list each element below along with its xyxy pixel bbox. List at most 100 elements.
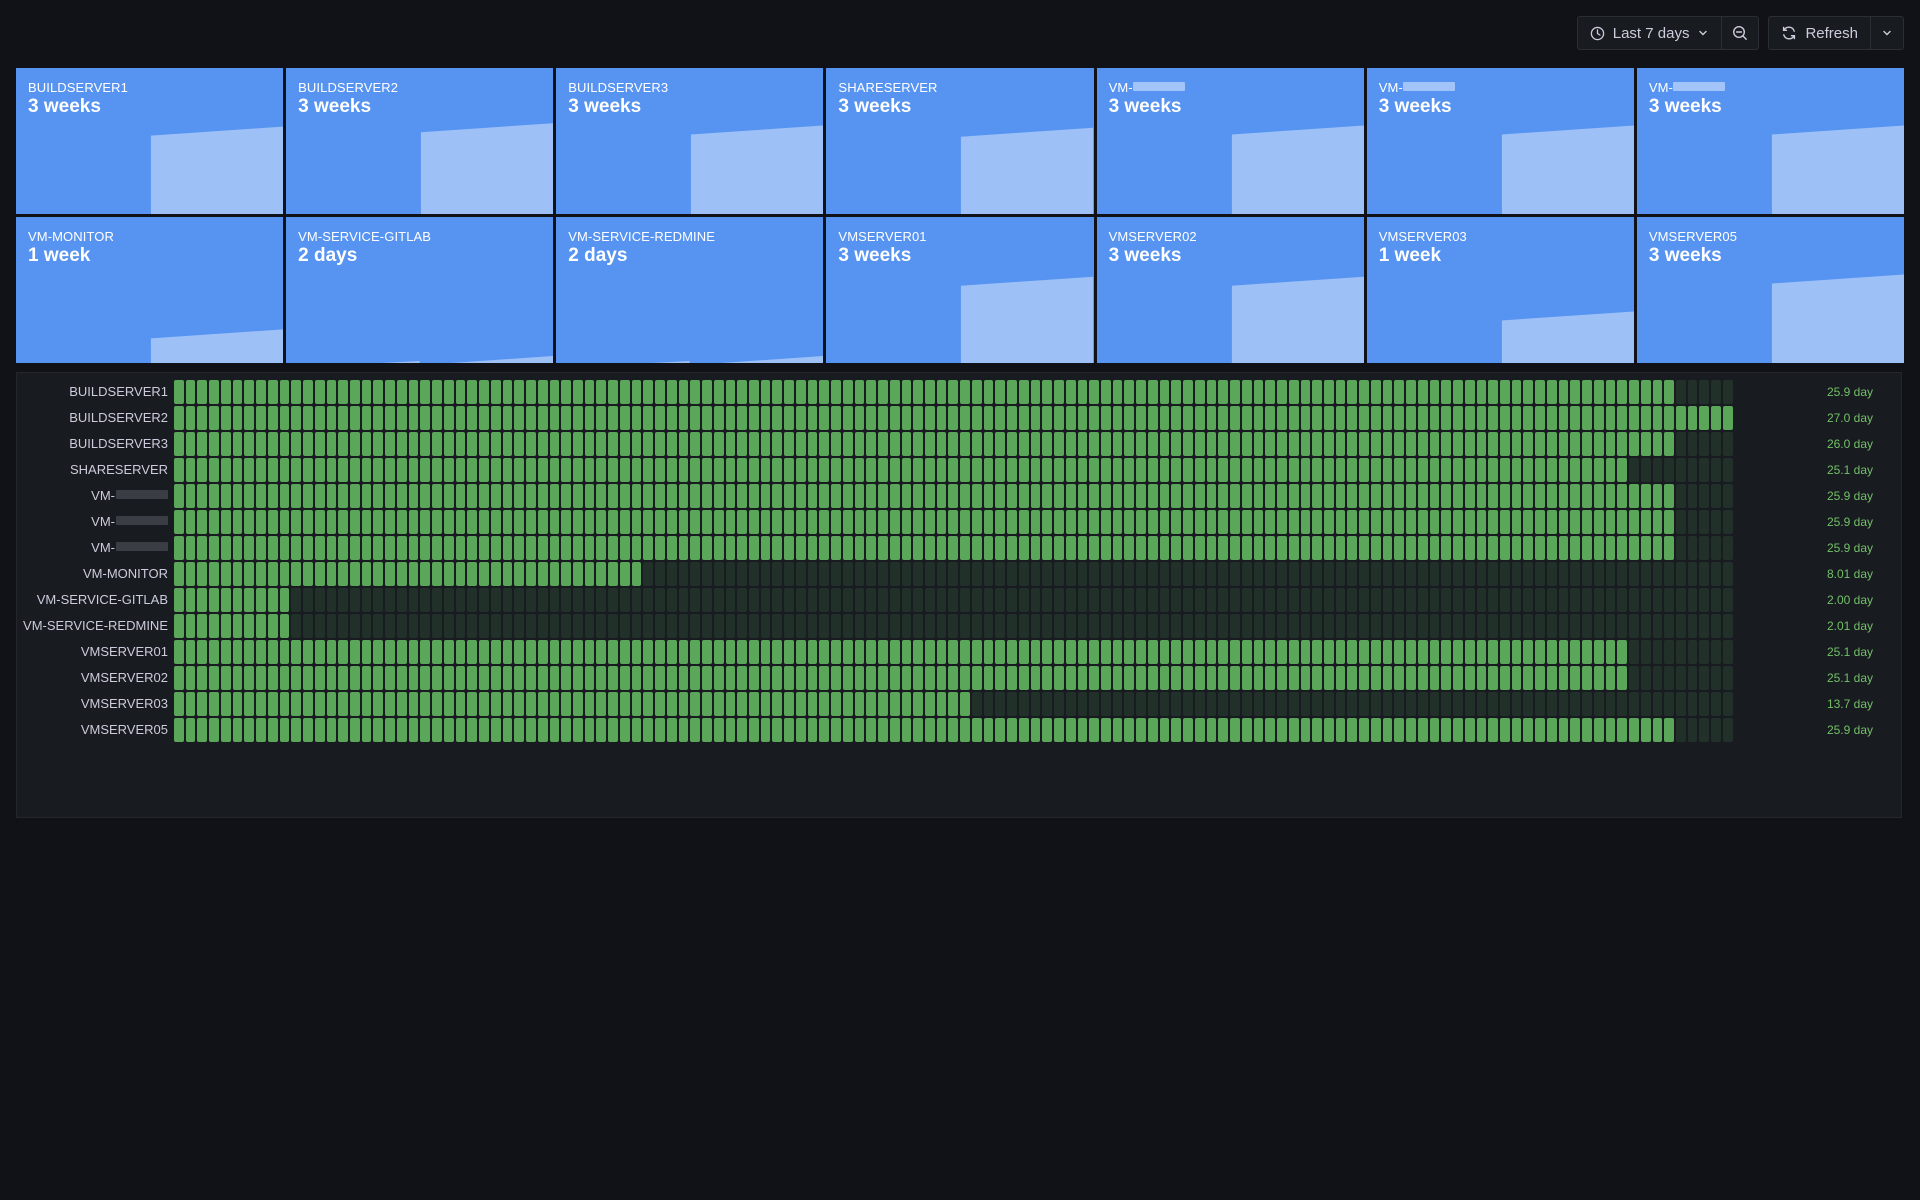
status-cell-up[interactable] [1429, 406, 1440, 430]
status-cell-up[interactable] [1429, 380, 1440, 404]
status-cell-up[interactable] [1417, 432, 1428, 456]
status-cell-down[interactable] [1194, 588, 1205, 612]
status-cell-up[interactable] [995, 458, 1006, 482]
status-cell-up[interactable] [1241, 536, 1252, 560]
status-cell-up[interactable] [925, 536, 935, 560]
status-cell-up[interactable] [702, 718, 712, 742]
status-cell-down[interactable] [1171, 692, 1182, 716]
status-cell-up[interactable] [748, 640, 759, 664]
status-cell-down[interactable] [831, 614, 841, 638]
status-cell-up[interactable] [1652, 380, 1663, 404]
status-cell-up[interactable] [854, 666, 865, 690]
status-cell-up[interactable] [1382, 458, 1393, 482]
status-cell-down[interactable] [1054, 562, 1064, 586]
status-cell-up[interactable] [983, 536, 994, 560]
status-cell-up[interactable] [737, 718, 747, 742]
status-cell-up[interactable] [1546, 484, 1557, 508]
status-cell-up[interactable] [537, 432, 548, 456]
status-cell-up[interactable] [1136, 666, 1146, 690]
status-cell-up[interactable] [1112, 640, 1123, 664]
status-cell-up[interactable] [948, 380, 959, 404]
status-cell-down[interactable] [1722, 458, 1733, 482]
status-cell-up[interactable] [596, 458, 607, 482]
status-cell-up[interactable] [385, 432, 395, 456]
status-cell-up[interactable] [1640, 432, 1651, 456]
status-cell-down[interactable] [983, 692, 994, 716]
status-cell-up[interactable] [655, 380, 665, 404]
status-cell-down[interactable] [983, 588, 994, 612]
status-cell-down[interactable] [1136, 588, 1146, 612]
status-cell-up[interactable] [1499, 380, 1510, 404]
status-cell-up[interactable] [267, 588, 278, 612]
status-cell-up[interactable] [291, 666, 302, 690]
status-cell-up[interactable] [784, 640, 794, 664]
status-cell-up[interactable] [185, 666, 196, 690]
status-cell-up[interactable] [1394, 536, 1405, 560]
status-cell-up[interactable] [748, 432, 759, 456]
status-cell-up[interactable] [584, 718, 595, 742]
status-cell-down[interactable] [1687, 718, 1698, 742]
status-cell-up[interactable] [432, 718, 442, 742]
status-cell-down[interactable] [303, 588, 313, 612]
status-cell-up[interactable] [1582, 458, 1592, 482]
status-cell-up[interactable] [314, 640, 325, 664]
status-cell-up[interactable] [314, 432, 325, 456]
status-cell-up[interactable] [1124, 666, 1135, 690]
status-cell-down[interactable] [1159, 588, 1170, 612]
status-cell-up[interactable] [619, 406, 630, 430]
status-cell-down[interactable] [1007, 588, 1017, 612]
status-cell-down[interactable] [772, 588, 783, 612]
status-cell-up[interactable] [584, 640, 595, 664]
status-cell-down[interactable] [1593, 588, 1604, 612]
status-cell-down[interactable] [1030, 562, 1041, 586]
status-cell-up[interactable] [1323, 510, 1334, 534]
status-cell-up[interactable] [1277, 666, 1287, 690]
status-cell-up[interactable] [1535, 458, 1545, 482]
status-cell-down[interactable] [1511, 562, 1522, 586]
status-cell-up[interactable] [666, 432, 677, 456]
status-cell-up[interactable] [1323, 666, 1334, 690]
status-cell-up[interactable] [326, 562, 337, 586]
status-cell-up[interactable] [1277, 484, 1287, 508]
status-cell-up[interactable] [1652, 718, 1663, 742]
status-cell-up[interactable] [361, 640, 372, 664]
status-cell-up[interactable] [995, 536, 1006, 560]
status-cell-down[interactable] [1382, 614, 1393, 638]
status-cell-up[interactable] [643, 380, 654, 404]
status-cell-up[interactable] [596, 640, 607, 664]
status-cell-down[interactable] [1617, 692, 1628, 716]
status-cell-up[interactable] [408, 458, 419, 482]
status-cell-up[interactable] [267, 406, 278, 430]
status-cell-up[interactable] [913, 510, 923, 534]
status-cell-up[interactable] [772, 432, 783, 456]
status-cell-up[interactable] [1241, 406, 1252, 430]
status-cell-up[interactable] [1288, 666, 1299, 690]
status-cell-up[interactable] [1089, 380, 1100, 404]
status-cell-down[interactable] [1640, 562, 1651, 586]
status-cell-down[interactable] [408, 588, 419, 612]
status-cell-up[interactable] [1558, 484, 1569, 508]
status-cell-up[interactable] [502, 432, 513, 456]
status-cell-down[interactable] [1453, 588, 1463, 612]
status-cell-down[interactable] [842, 588, 853, 612]
status-cell-down[interactable] [819, 562, 830, 586]
status-cell-up[interactable] [925, 432, 935, 456]
status-cell-up[interactable] [1288, 406, 1299, 430]
status-cell-up[interactable] [1089, 458, 1100, 482]
status-cell-up[interactable] [1265, 432, 1276, 456]
status-cell-up[interactable] [326, 458, 337, 482]
status-cell-up[interactable] [467, 562, 478, 586]
status-cell-up[interactable] [561, 432, 571, 456]
status-cell-down[interactable] [1441, 614, 1452, 638]
status-cell-down[interactable] [1147, 588, 1158, 612]
status-cell-up[interactable] [1230, 666, 1240, 690]
status-cell-up[interactable] [619, 510, 630, 534]
status-cell-down[interactable] [1476, 588, 1487, 612]
status-cell-up[interactable] [631, 380, 642, 404]
status-cell-up[interactable] [878, 458, 888, 482]
status-cell-up[interactable] [1593, 666, 1604, 690]
status-cell-down[interactable] [1359, 614, 1369, 638]
status-cell-down[interactable] [1312, 692, 1322, 716]
status-cell-up[interactable] [1370, 640, 1381, 664]
status-cell-up[interactable] [1370, 666, 1381, 690]
